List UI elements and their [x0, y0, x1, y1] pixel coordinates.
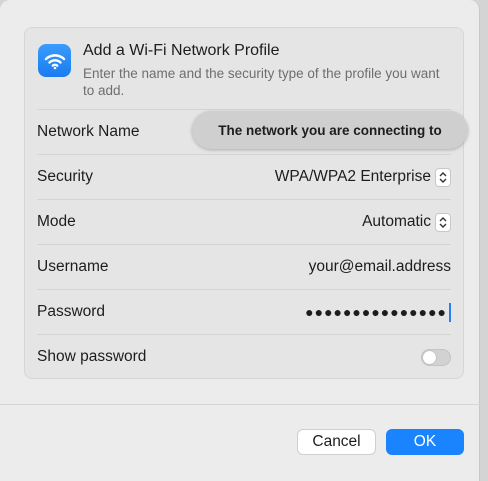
show-password-row: Show password: [37, 334, 451, 379]
wifi-icon: [38, 44, 71, 77]
password-row: Password ●●●●●●●●●●●●●●●: [37, 289, 451, 334]
mode-row: Mode Automatic: [37, 199, 451, 244]
network-name-label: Network Name: [37, 123, 140, 140]
text-caret: [449, 302, 451, 322]
toggle-knob: [423, 350, 436, 364]
show-password-toggle[interactable]: [421, 348, 451, 366]
security-select[interactable]: WPA/WPA2 Enterprise: [274, 167, 451, 187]
security-row: Security WPA/WPA2 Enterprise: [37, 154, 451, 199]
form-panel: Add a Wi-Fi Network Profile Enter the na…: [24, 27, 464, 379]
footer-divider: [0, 404, 480, 405]
add-wifi-profile-dialog: Add a Wi-Fi Network Profile Enter the na…: [0, 0, 480, 481]
password-value: ●●●●●●●●●●●●●●●: [305, 304, 447, 320]
ok-button[interactable]: OK: [386, 429, 464, 455]
dialog-subtitle: Enter the name and the security type of …: [83, 66, 440, 98]
password-label: Password: [37, 303, 106, 320]
chevron-up-down-icon: [435, 167, 451, 187]
dialog-title: Add a Wi-Fi Network Profile: [83, 42, 280, 59]
password-field[interactable]: ●●●●●●●●●●●●●●●: [305, 302, 451, 322]
mode-select[interactable]: Automatic: [362, 212, 451, 232]
network-name-tooltip: The network you are connecting to: [192, 111, 468, 149]
chevron-up-down-icon: [435, 212, 451, 232]
dialog-header: Add a Wi-Fi Network Profile Enter the na…: [37, 38, 451, 110]
show-password-label: Show password: [37, 348, 147, 365]
username-label: Username: [37, 258, 109, 275]
username-field[interactable]: your@email.address: [309, 258, 451, 276]
security-value: WPA/WPA2 Enterprise: [274, 168, 431, 185]
security-label: Security: [37, 168, 93, 185]
username-row: Username your@email.address: [37, 244, 451, 289]
mode-label: Mode: [37, 213, 76, 230]
mode-value: Automatic: [362, 213, 431, 230]
cancel-button[interactable]: Cancel: [297, 429, 376, 455]
form-rows: Network Name Security WPA/WPA2 Enterpris…: [37, 109, 451, 379]
